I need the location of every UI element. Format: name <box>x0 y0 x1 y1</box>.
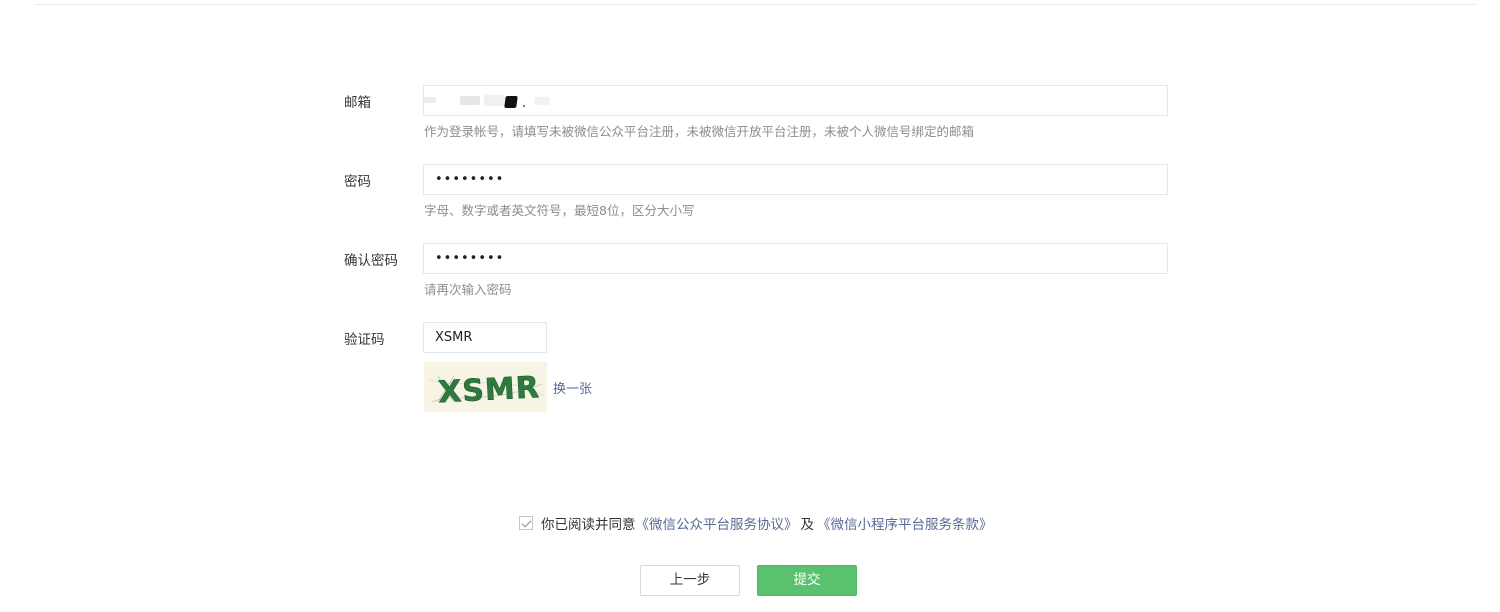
prev-step-button[interactable]: 上一步 <box>640 565 740 596</box>
password-label: 密码 <box>344 174 371 190</box>
captcha-image[interactable]: XSMR <box>424 362 547 412</box>
email-hint: 作为登录帐号，请填写未被微信公众平台注册，未被微信开放平台注册，未被个人微信号绑… <box>424 124 975 139</box>
captcha-graphic: XSMR <box>424 362 547 412</box>
service-agreement-link[interactable]: 《微信公众平台服务协议》 <box>636 513 798 533</box>
captcha-text: XSMR <box>437 370 540 410</box>
confirm-password-label: 确认密码 <box>344 253 398 269</box>
submit-button[interactable]: 提交 <box>757 565 857 596</box>
confirm-password-hint: 请再次输入密码 <box>424 282 512 297</box>
agreement-prefix: 你已阅读并同意 <box>541 517 636 533</box>
agreement-checkbox[interactable] <box>519 516 533 530</box>
password-field[interactable] <box>423 164 1168 195</box>
captcha-label: 验证码 <box>344 332 385 348</box>
email-field[interactable] <box>423 85 1168 116</box>
top-divider <box>34 4 1476 5</box>
agreement-conjunction: 及 <box>800 517 815 533</box>
mini-program-terms-link[interactable]: 《微信小程序平台服务条款》 <box>817 513 993 533</box>
captcha-refresh-link[interactable]: 换一张 <box>553 378 592 397</box>
captcha-input[interactable] <box>423 322 547 353</box>
agreement-row: 你已阅读并同意 《微信公众平台服务协议》 及 《微信小程序平台服务条款》 <box>519 513 993 533</box>
password-hint: 字母、数字或者英文符号，最短8位，区分大小写 <box>424 203 695 218</box>
confirm-password-field[interactable] <box>423 243 1168 274</box>
email-label: 邮箱 <box>344 95 371 111</box>
